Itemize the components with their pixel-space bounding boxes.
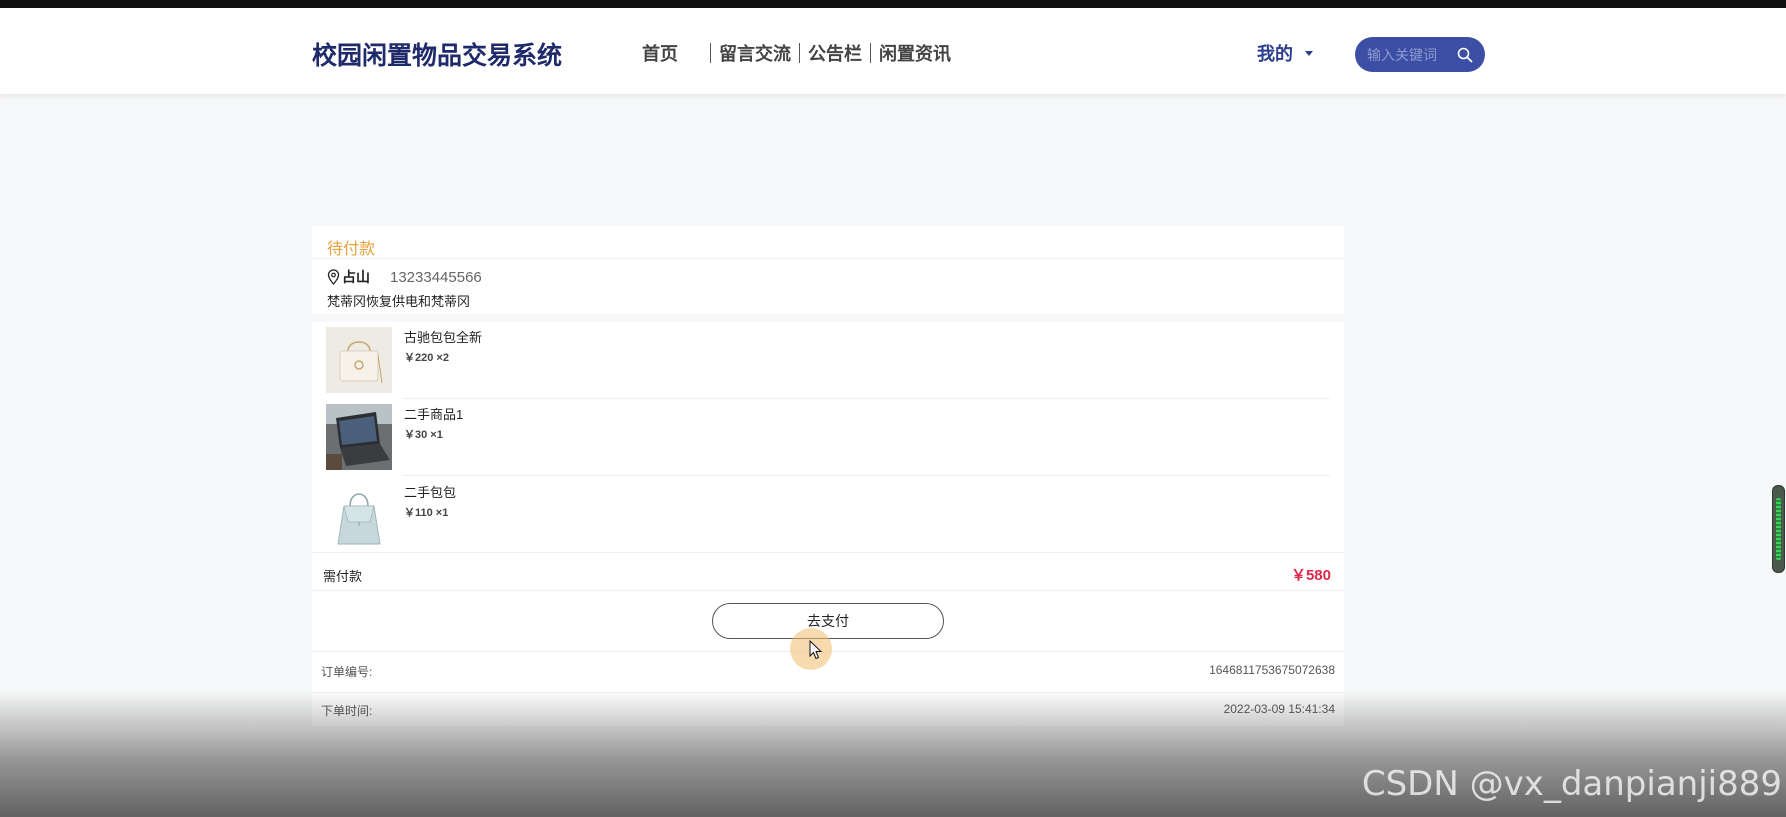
scrollbar[interactable] — [1772, 485, 1785, 573]
nav-home[interactable]: 首页 — [636, 40, 708, 66]
receiver-phone: 13233445566 — [390, 268, 482, 286]
search-icon[interactable] — [1457, 47, 1473, 63]
item-price-qty: ￥220 ×2 — [404, 352, 449, 364]
divider — [312, 552, 1344, 553]
search-input[interactable] — [1367, 46, 1453, 63]
laptop-thumbnail[interactable] — [326, 404, 392, 470]
amount-due-value: ￥580 — [1290, 567, 1331, 584]
item-name[interactable]: 二手包包 — [404, 482, 456, 501]
order-status-card: 待付款 占山 13233445566 梵蒂冈恢复供电和梵蒂冈 — [312, 226, 1344, 314]
site-header: 校园闲置物品交易系统 首页 留言交流 公告栏 闲置资讯 我的 — [0, 8, 1786, 94]
nav-notice[interactable]: 公告栏 — [802, 40, 868, 66]
order-item[interactable]: 古驰包包全新 ￥220 ×2 — [312, 322, 1344, 399]
nav-divider — [710, 43, 711, 63]
my-account-label: 我的 — [1257, 44, 1293, 64]
search-box — [1355, 37, 1485, 72]
nav-news[interactable]: 闲置资讯 — [873, 40, 957, 66]
site-logo[interactable]: 校园闲置物品交易系统 — [312, 36, 562, 72]
order-time-label: 下单时间: — [321, 704, 373, 718]
item-name[interactable]: 古驰包包全新 — [404, 327, 482, 346]
item-price-qty: ￥30 ×1 — [404, 429, 443, 441]
receiver-name: 占山 — [342, 269, 370, 285]
divider — [312, 692, 1344, 693]
main-nav: 首页 留言交流 公告栏 闲置资讯 — [636, 40, 957, 66]
order-time: 2022-03-09 15:41:34 — [1223, 702, 1335, 716]
chevron-down-icon — [1305, 50, 1313, 56]
order-item[interactable]: 二手包包 ￥110 ×1 — [312, 477, 1344, 554]
scrollbar-thumb[interactable] — [1776, 498, 1781, 560]
location-pin-icon — [327, 269, 340, 285]
receiver-address: 梵蒂冈恢复供电和梵蒂冈 — [327, 294, 471, 309]
order-item[interactable]: 二手商品1 ￥30 ×1 — [312, 399, 1344, 476]
nav-divider — [870, 43, 871, 63]
nav-messages[interactable]: 留言交流 — [713, 40, 797, 66]
divider — [312, 590, 1344, 591]
blue-handbag-thumbnail[interactable] — [326, 482, 392, 548]
item-price-qty: ￥110 ×1 — [404, 507, 449, 519]
mouse-cursor-icon — [809, 640, 823, 660]
amount-due-label: 需付款 — [323, 569, 363, 584]
receiver-row: 占山 13233445566 — [327, 267, 482, 287]
white-handbag-thumbnail[interactable] — [326, 327, 392, 393]
order-number: 1646811753675072638 — [1209, 663, 1335, 677]
pay-button[interactable]: 去支付 — [712, 603, 944, 639]
watermark-text: CSDN @vx_danpianji889 — [1361, 764, 1782, 804]
my-account-dropdown[interactable]: 我的 — [1257, 40, 1313, 66]
divider — [312, 258, 1344, 259]
item-name[interactable]: 二手商品1 — [404, 404, 463, 423]
nav-divider — [799, 43, 800, 63]
order-status: 待付款 — [327, 241, 376, 258]
top-black-strip — [0, 0, 1580, 8]
order-items-card: 古驰包包全新 ￥220 ×2 二手商品1 ￥30 ×1 二手包包 ￥110 ×1… — [312, 322, 1344, 726]
divider — [402, 475, 1330, 476]
order-number-label: 订单编号: — [321, 665, 373, 679]
